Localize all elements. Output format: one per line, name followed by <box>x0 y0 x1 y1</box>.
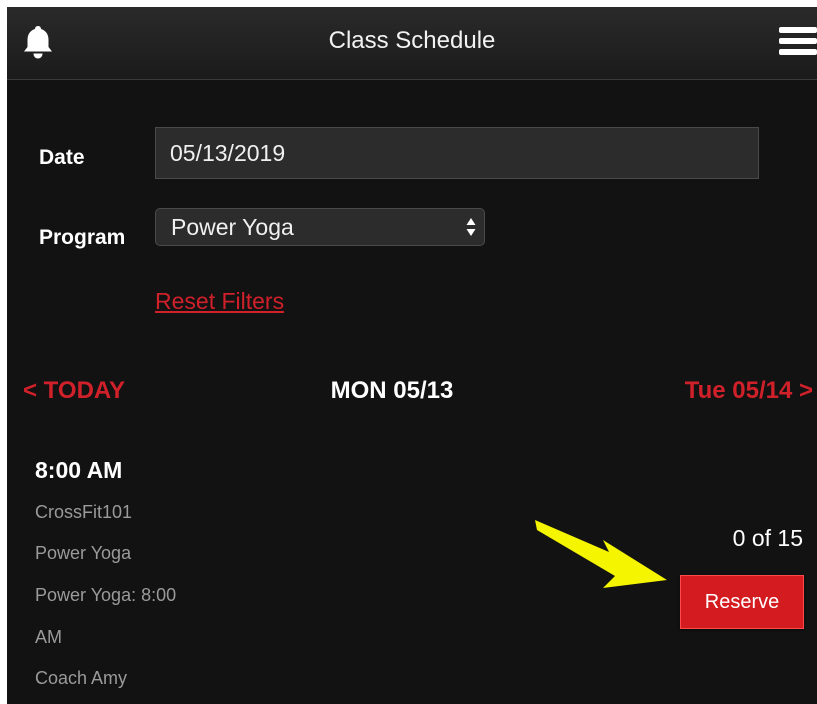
date-label: Date <box>39 146 85 169</box>
class-detail: Power Yoga <box>35 543 132 563</box>
select-arrows-icon <box>466 218 476 236</box>
next-day-link[interactable]: Tue 05/14 > <box>685 377 813 405</box>
app-frame: Class Schedule Date 05/13/2019 Program P… <box>7 7 817 704</box>
class-detail: AM <box>35 627 62 647</box>
class-detail: Power Yoga: 8:00 <box>35 585 177 605</box>
app-header: Class Schedule <box>7 7 817 80</box>
program-label: Program <box>39 226 126 249</box>
annotation-arrow-icon <box>535 520 667 588</box>
class-detail: CrossFit101 <box>35 502 133 522</box>
prev-day-link[interactable]: < TODAY <box>23 377 125 405</box>
date-input[interactable]: 05/13/2019 <box>155 127 759 179</box>
class-capacity: 0 of 15 <box>732 525 803 551</box>
class-time: 8:00 AM <box>35 457 123 483</box>
program-select-value: Power Yoga <box>171 214 294 240</box>
hamburger-menu-icon[interactable] <box>779 27 817 61</box>
reset-filters-link[interactable]: Reset Filters <box>155 288 284 315</box>
class-detail: Coach Amy <box>35 668 128 688</box>
page-title: Class Schedule <box>328 27 496 54</box>
reserve-button[interactable]: Reserve <box>680 575 804 629</box>
program-select[interactable]: Power Yoga <box>155 208 485 246</box>
